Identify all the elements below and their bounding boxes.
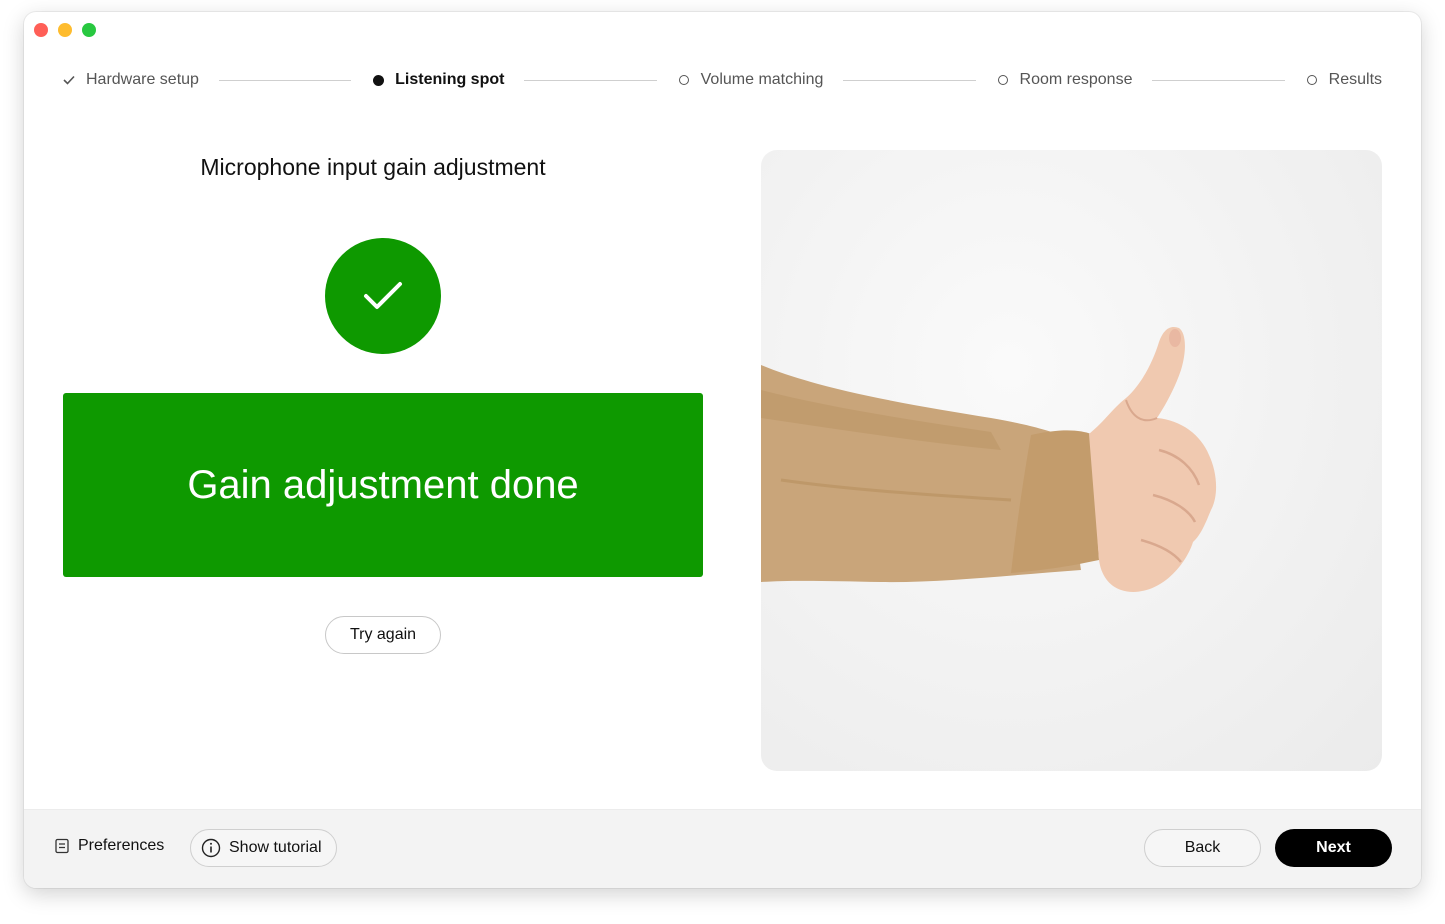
step-hardware-setup[interactable]: Hardware setup [62,71,199,89]
step-connector [843,79,976,81]
step-connector [218,79,352,81]
empty-circle-icon [996,73,1010,87]
step-label: Results [1328,71,1383,88]
maximize-window-button[interactable] [82,23,96,37]
document-icon [55,838,69,854]
info-icon [201,838,221,858]
page-title: Microphone input gain adjustment [200,154,546,180]
success-status-circle [325,238,441,354]
preferences-label: Preferences [78,837,165,854]
step-label: Listening spot [395,71,505,88]
step-listening-spot[interactable]: Listening spot [371,71,504,89]
empty-circle-icon [1305,73,1319,87]
back-button[interactable]: Back [1144,829,1261,867]
checkmark-icon [364,282,402,309]
close-window-button[interactable] [34,23,48,37]
step-room-response[interactable]: Room response [996,71,1133,89]
step-connector [1152,79,1285,81]
step-label: Room response [1019,71,1133,88]
tutorial-label: Show tutorial [229,839,322,856]
filled-dot-icon [371,73,385,87]
footer-bar: Preferences Show tutorial Back Next [24,809,1421,888]
success-banner: Gain adjustment done [63,393,703,577]
step-volume-matching[interactable]: Volume matching [677,71,824,89]
empty-circle-icon [677,73,691,87]
minimize-window-button[interactable] [58,23,72,37]
result-panel: Microphone input gain adjustment Gain ad… [63,150,703,654]
preferences-button[interactable]: Preferences [54,837,164,855]
check-icon [62,73,76,87]
thumbs-up-photo [761,150,1382,771]
progress-stepper: Hardware setup Listening spot Volume mat… [62,68,1382,92]
next-button[interactable]: Next [1275,829,1392,867]
step-label: Volume matching [700,71,824,88]
app-window: Hardware setup Listening spot Volume mat… [24,12,1421,888]
step-connector [524,79,657,81]
show-tutorial-button[interactable]: Show tutorial [190,829,337,867]
step-label: Hardware setup [86,71,199,88]
step-results[interactable]: Results [1305,71,1382,89]
window-controls [34,23,96,37]
try-again-button[interactable]: Try again [325,616,441,654]
